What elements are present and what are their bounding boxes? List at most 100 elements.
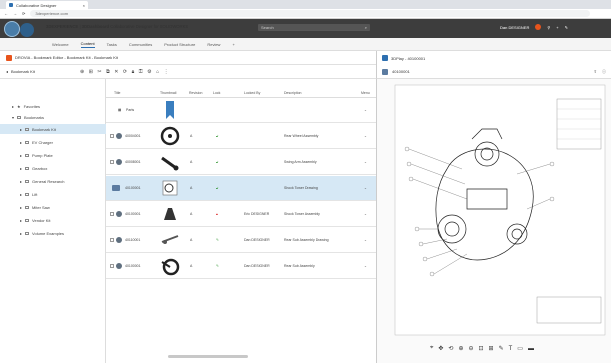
tree-item[interactable]: ▸ EV Charger bbox=[0, 137, 106, 147]
search-input[interactable]: Search ⌕ bbox=[258, 24, 370, 31]
unlock-icon[interactable]: ⚿ bbox=[139, 69, 143, 75]
row-menu-icon[interactable]: ⌄ bbox=[364, 264, 367, 268]
caret-icon[interactable]: ▸ bbox=[20, 166, 22, 171]
compass-icon[interactable] bbox=[4, 21, 20, 37]
tree-item[interactable]: ▸ Volume Examples bbox=[0, 228, 106, 238]
table-row[interactable]: 40100001 A 🔒︎ Eric DESIGNER Shock Tower … bbox=[106, 202, 376, 227]
column-menu[interactable]: Menu bbox=[361, 91, 370, 95]
search-icon[interactable]: ⌕ bbox=[365, 25, 367, 30]
section-icon[interactable]: ⊞ bbox=[489, 345, 494, 352]
annotate-icon[interactable]: ✎ bbox=[499, 345, 504, 352]
comment-icon[interactable]: ▭ bbox=[517, 345, 523, 352]
table-row[interactable]: 40100001 A ✎ Dan DESIGNER Rear Sub Assem… bbox=[106, 254, 376, 279]
table-row[interactable]: 40004001 A 🔓︎ Rear Wheel Assembly ⌄ bbox=[106, 124, 376, 149]
table-row[interactable]: ▦ Parts ⌄ bbox=[106, 98, 376, 123]
lock-status-icon[interactable]: 🔒︎ bbox=[216, 212, 218, 216]
add-tab-icon[interactable]: + bbox=[232, 42, 234, 47]
breadcrumb[interactable]: Bookmark Kit bbox=[11, 69, 35, 74]
caret-icon[interactable]: ▸ bbox=[20, 205, 22, 210]
row-checkbox[interactable] bbox=[110, 264, 114, 268]
caret-icon[interactable]: ▸ bbox=[12, 104, 14, 109]
table-row[interactable]: 40008001 A 🔓︎ Swing Arm Assembly ⌄ bbox=[106, 150, 376, 175]
add-icon[interactable]: + bbox=[556, 25, 558, 30]
insert-icon[interactable]: ⊞ bbox=[89, 69, 93, 75]
pointer-icon[interactable]: ⌖ bbox=[430, 345, 433, 352]
tag-icon[interactable]: ⌂ bbox=[156, 69, 159, 75]
refresh-icon[interactable]: ⟳ bbox=[123, 69, 127, 75]
tab-tasks[interactable]: Tasks bbox=[107, 42, 117, 47]
tab-welcome[interactable]: Welcome bbox=[52, 42, 69, 47]
row-checkbox[interactable] bbox=[110, 238, 114, 242]
row-menu-icon[interactable]: ⌄ bbox=[364, 238, 367, 242]
tree-item[interactable]: ▸ ★ Favorites bbox=[0, 101, 106, 111]
browser-tab[interactable]: Collaborative Designer × bbox=[6, 1, 88, 9]
tree-item[interactable]: ▸ Vendor Kit bbox=[0, 215, 106, 225]
save-icon[interactable]: ▬ bbox=[528, 346, 534, 352]
column-revision[interactable]: Revision bbox=[189, 91, 202, 95]
horizontal-scrollbar[interactable] bbox=[168, 355, 248, 358]
tab-review[interactable]: Review bbox=[207, 42, 220, 47]
share-icon[interactable]: ⇪ bbox=[594, 69, 597, 74]
caret-icon[interactable]: ▸ bbox=[20, 179, 22, 184]
edit-status-icon[interactable]: ✎ bbox=[216, 264, 219, 268]
tree-item[interactable]: ▸ Pump Plate bbox=[0, 150, 106, 160]
column-thumbnail[interactable]: Thumbnail bbox=[160, 91, 176, 95]
info-icon[interactable]: ⓘ bbox=[602, 69, 606, 75]
column-locked-by[interactable]: Locked By bbox=[244, 91, 260, 95]
row-menu-icon[interactable]: ⌄ bbox=[364, 186, 367, 190]
close-tab-icon[interactable]: × bbox=[83, 3, 85, 8]
caret-icon[interactable]: ▸ bbox=[20, 127, 22, 132]
compass-play-icon[interactable] bbox=[20, 23, 34, 37]
zoom-in-icon[interactable]: ⊕ bbox=[458, 345, 463, 352]
delete-icon[interactable]: ✕ bbox=[114, 69, 118, 75]
new-icon[interactable]: ⊕ bbox=[80, 69, 84, 75]
tree-item[interactable]: ▾ Bookmarks bbox=[0, 112, 106, 122]
column-description[interactable]: Description bbox=[284, 91, 302, 95]
row-menu-icon[interactable]: ⌄ bbox=[364, 160, 367, 164]
caret-icon[interactable]: ▸ bbox=[20, 218, 22, 223]
tree-item[interactable]: ▸ Bookmark Kit bbox=[0, 124, 106, 134]
user-name[interactable]: Dan DESIGNER bbox=[500, 25, 529, 30]
row-menu-icon[interactable]: ⌄ bbox=[364, 212, 367, 216]
tab-communities[interactable]: Communities bbox=[129, 42, 152, 47]
pan-icon[interactable]: ✥ bbox=[438, 345, 443, 352]
zoom-out-icon[interactable]: ⊖ bbox=[468, 345, 473, 352]
edit-status-icon[interactable]: ✎ bbox=[216, 238, 219, 242]
rotate-icon[interactable]: ⟲ bbox=[448, 345, 453, 352]
column-title[interactable]: Title bbox=[114, 91, 120, 95]
back-icon[interactable]: ← bbox=[4, 11, 8, 16]
filter-icon[interactable]: ⚙ bbox=[147, 69, 151, 75]
tree-item[interactable]: ▸ General Research bbox=[0, 176, 106, 186]
table-row[interactable]: 40100001 A 🔓︎ Shock Tower Drawing ⌄ bbox=[106, 176, 376, 201]
copy-icon[interactable]: ⧉ bbox=[106, 69, 110, 75]
lock-icon[interactable]: 🔒︎ bbox=[132, 69, 135, 75]
caret-icon[interactable]: ▸ bbox=[20, 192, 22, 197]
text-icon[interactable]: T bbox=[509, 346, 513, 352]
unlock-status-icon[interactable]: 🔓︎ bbox=[216, 160, 218, 164]
url-field[interactable]: 3dexperience.com bbox=[30, 10, 591, 17]
row-checkbox[interactable] bbox=[110, 134, 114, 138]
row-checkbox[interactable] bbox=[110, 212, 114, 216]
fit-icon[interactable]: ⊡ bbox=[479, 345, 484, 352]
tab-product-structure[interactable]: Product Structure bbox=[164, 42, 195, 47]
tree-item[interactable]: ▸ Miter Saw bbox=[0, 202, 106, 212]
column-lock[interactable]: Lock bbox=[213, 91, 220, 95]
caret-icon[interactable]: ▸ bbox=[20, 153, 22, 158]
more-icon[interactable]: ⋮ bbox=[164, 69, 169, 75]
avatar[interactable] bbox=[535, 24, 542, 30]
row-checkbox[interactable] bbox=[110, 160, 114, 164]
caret-icon[interactable]: ▸ bbox=[20, 140, 22, 145]
forward-icon[interactable]: → bbox=[13, 11, 17, 16]
caret-icon[interactable]: ▾ bbox=[12, 115, 14, 120]
unlock-status-icon[interactable]: 🔓︎ bbox=[216, 186, 218, 190]
table-row[interactable]: 40110001 A ✎ Dan DESIGNER Rear Sub Assem… bbox=[106, 228, 376, 253]
cut-icon[interactable]: ✂ bbox=[97, 69, 101, 75]
tab-content[interactable]: Content bbox=[80, 41, 95, 48]
drawing-viewer[interactable] bbox=[376, 79, 611, 363]
share-icon[interactable]: ⚲ bbox=[547, 25, 550, 30]
tree-item[interactable]: ▸ Gearbox bbox=[0, 163, 106, 173]
tools-icon[interactable]: ✎ bbox=[565, 25, 568, 30]
row-menu-icon[interactable]: ⌄ bbox=[364, 108, 367, 112]
reload-icon[interactable]: ⟳ bbox=[22, 11, 25, 16]
row-menu-icon[interactable]: ⌄ bbox=[364, 134, 367, 138]
